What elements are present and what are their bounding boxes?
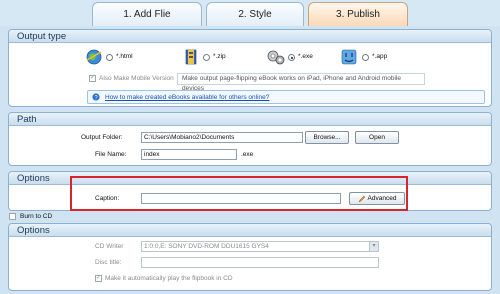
burn-to-cd-label: Burn to CD <box>20 213 53 220</box>
zip-archive-icon <box>185 49 197 65</box>
output-type-panel: Output type *.html *.zip *.exe *.app ✓ A… <box>8 29 492 107</box>
file-name-input[interactable]: index <box>141 149 237 160</box>
browse-button[interactable]: Browse... <box>305 131 349 144</box>
output-type-title: Output type <box>9 30 491 43</box>
cd-options-panel: Options CD Writer 1:0:0,E: SONY DVD-ROM … <box>8 223 492 291</box>
tab-bar: 1. Add Flie 2. Style 3. Publish <box>0 0 500 26</box>
mobile-version-note: Make output page-flipping eBook works on… <box>177 73 425 92</box>
autoplay-label: Make it automatically play the flipbook … <box>105 275 233 282</box>
tab-label: 1. Add Flie <box>123 9 171 20</box>
path-panel: Path Output Folder: C:\Users\Mobiano2\Do… <box>8 112 492 166</box>
html-globe-icon <box>86 49 102 65</box>
help-bar: ? How to make created eBooks available f… <box>87 90 485 104</box>
file-name-label: File Name: <box>95 151 127 158</box>
file-extension-label: .exe <box>241 151 254 158</box>
mobile-version-label: Also Make Mobile Version <box>99 75 174 82</box>
output-folder-input[interactable]: C:\Users\Mobiano2\Documents <box>141 132 303 143</box>
chevron-down-icon[interactable]: ▾ <box>369 242 378 251</box>
highlight-box <box>70 176 408 211</box>
app-option-label: *.app <box>372 53 388 60</box>
path-title: Path <box>9 113 491 126</box>
cd-options-title: Options <box>9 224 491 237</box>
tab-label: 3. Publish <box>336 9 380 20</box>
tab-style[interactable]: 2. Style <box>206 2 304 26</box>
exe-radio[interactable] <box>288 54 295 61</box>
zip-radio[interactable] <box>203 54 210 61</box>
app-radio[interactable] <box>362 54 369 61</box>
mac-app-icon <box>341 49 357 65</box>
help-link[interactable]: How to make created eBooks available for… <box>105 94 269 101</box>
burn-to-cd-checkbox[interactable] <box>9 213 16 220</box>
cd-writer-value: 1:0:0,E: SONY DVD-ROM DDU1615 GYS4 <box>144 243 269 250</box>
tab-publish[interactable]: 3. Publish <box>308 2 408 26</box>
cd-writer-select[interactable]: 1:0:0,E: SONY DVD-ROM DDU1615 GYS4 ▾ <box>141 241 379 252</box>
html-option-label: *.html <box>116 53 133 60</box>
exe-gears-icon <box>267 50 285 65</box>
cd-writer-label: CD Writer <box>95 243 124 250</box>
mobile-version-checkbox[interactable]: ✓ <box>89 75 96 82</box>
tab-label: 2. Style <box>238 9 272 20</box>
html-radio[interactable] <box>106 54 113 61</box>
exe-option-label: *.exe <box>298 53 313 60</box>
autoplay-checkbox[interactable]: ✓ <box>95 275 102 282</box>
zip-option-label: *.zip <box>213 53 226 60</box>
output-folder-label: Output Folder: <box>81 134 123 141</box>
help-icon: ? <box>92 93 100 101</box>
open-button[interactable]: Open <box>355 131 399 144</box>
disc-title-label: Disc title: <box>95 259 122 266</box>
tab-add-file[interactable]: 1. Add Flie <box>92 2 202 26</box>
disc-title-input[interactable] <box>141 257 379 268</box>
